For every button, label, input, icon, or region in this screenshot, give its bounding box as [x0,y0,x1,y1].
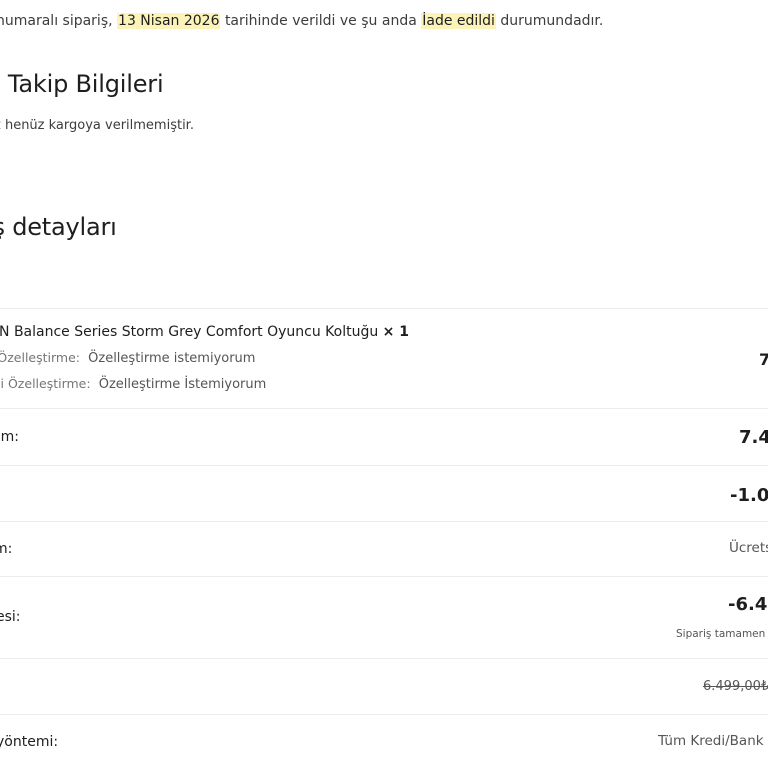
option-value: Özelleştirme istemiyorum [88,351,256,366]
tracking-message: z henüz kargoya verilmemiştir. [0,118,194,133]
option-value: Özelleştirme İstemiyorum [98,377,267,392]
divider [0,465,768,466]
product-price: 7. [759,350,768,369]
subtotal-value: 7.49 [739,427,768,448]
divider [0,658,768,659]
divider [0,408,768,409]
product-name[interactable]: ON Balance Series Storm Grey Comfort Oyu… [0,324,409,340]
refund-value: -6.49 [728,594,768,615]
order-details-heading: iş detayları [0,213,117,241]
refund-label: esi: [0,609,21,625]
order-status-text: numaralı sipariş, 13 Nisan 2026 tarihind… [0,13,603,29]
divider [0,576,768,577]
tracking-heading: o Takip Bilgileri [0,70,164,98]
order-status-badge: İade edildi [421,13,496,29]
payment-method-label: yöntemi: [0,734,59,750]
subtotal-label: am: [0,429,19,445]
shipping-label: m: [0,541,13,557]
product-option: teği Özelleştirme: Özelleştirme İstemiyo… [0,376,266,392]
product-title[interactable]: ON Balance Series Storm Grey Comfort Oyu… [0,324,378,340]
order-date: 13 Nisan 2026 [117,13,221,29]
discount-value: -1.00 [730,485,768,506]
product-quantity: × 1 [382,324,410,340]
refund-note: Sipariş tamamen [676,628,766,640]
total-original-value: 6.499,00₺ [703,679,768,694]
shipping-value: Ücrets [729,540,768,556]
payment-method-value: Tüm Kredi/Bank [658,733,764,749]
divider [0,714,768,715]
order-status-middle: tarihinde verildi ve şu anda [224,13,417,29]
divider [0,521,768,522]
option-key: teği Özelleştirme: [0,376,91,391]
product-option: ği Özelleştirme: Özelleştirme istemiyoru… [0,350,255,366]
divider [0,308,768,309]
order-status-suffix: durumundadır. [500,13,604,29]
order-status-prefix: numaralı sipariş, [0,13,113,29]
option-key: ği Özelleştirme: [0,350,80,365]
